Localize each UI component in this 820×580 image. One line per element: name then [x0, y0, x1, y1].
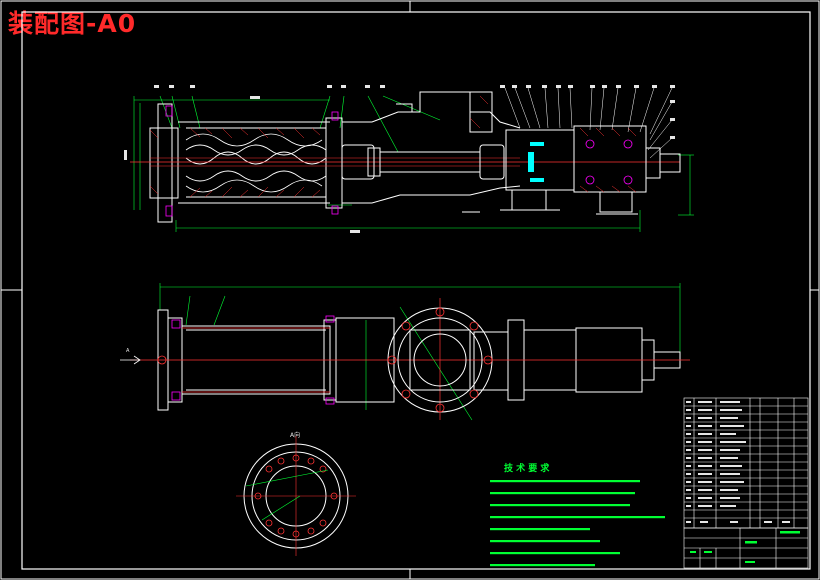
rotor [185, 144, 327, 182]
view-marker-label: A [126, 348, 130, 354]
technical-requirements: 技 术 要 求 [490, 462, 665, 567]
stator-tube [149, 91, 521, 223]
middle-dimensions [159, 283, 681, 421]
top-label-marks [124, 85, 675, 233]
bearing-hatch [149, 95, 637, 195]
view-arrow [120, 355, 141, 365]
a-view-label: A向 [290, 431, 300, 439]
engineering-drawing: A A向 技 术 要 求 [0, 0, 820, 580]
a-view: A向 [236, 431, 356, 556]
middle-elevation-view: A [120, 283, 690, 421]
requirement-lines [490, 480, 665, 567]
bearing-housing [500, 125, 681, 215]
parts-list-rows [684, 405, 808, 519]
technical-requirements-title: 技 术 要 求 [504, 462, 550, 474]
drawing-frame [0, 0, 820, 580]
top-section-view [124, 85, 694, 233]
